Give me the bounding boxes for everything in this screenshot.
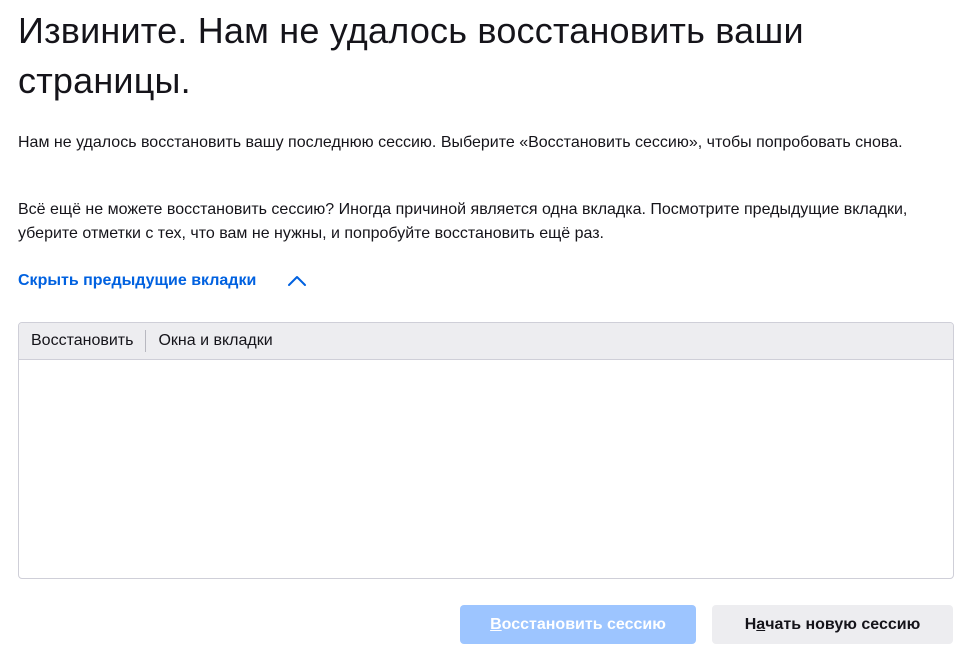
restore-session-access-key: В [490,615,502,633]
start-new-session-button[interactable]: На чать новую сессию [712,605,953,644]
tabs-tree-header: Восстановить Окна и вкладки [19,323,953,360]
toggle-previous-tabs-link[interactable]: Скрыть предыдущие вкладки [18,269,308,293]
error-help-text: Всё ещё не можете восстановить сессию? И… [18,201,908,242]
column-header-restore[interactable]: Восстановить [19,330,147,352]
chevron-up-icon [286,273,308,289]
column-header-windows-and-tabs[interactable]: Окна и вкладки [146,330,272,352]
tabs-tree[interactable]: Восстановить Окна и вкладки [18,322,954,579]
error-description: Нам не удалось восстановить вашу последн… [18,134,903,151]
start-new-session-access-key: а [756,615,766,633]
restore-session-label: осстановить сессию [501,615,666,633]
restore-session-button[interactable]: Восстановить сессию [460,605,696,644]
start-new-session-label-start: Н [744,615,757,633]
page-title: Извините. Нам не удалось восстановить ва… [18,10,804,101]
session-restore-page: Извините. Нам не удалось восстановить ва… [0,0,971,668]
start-new-session-label-end: чать новую сессию [765,615,921,633]
toggle-previous-tabs-label: Скрыть предыдущие вкладки [18,272,257,289]
tabs-tree-body[interactable] [19,360,953,578]
